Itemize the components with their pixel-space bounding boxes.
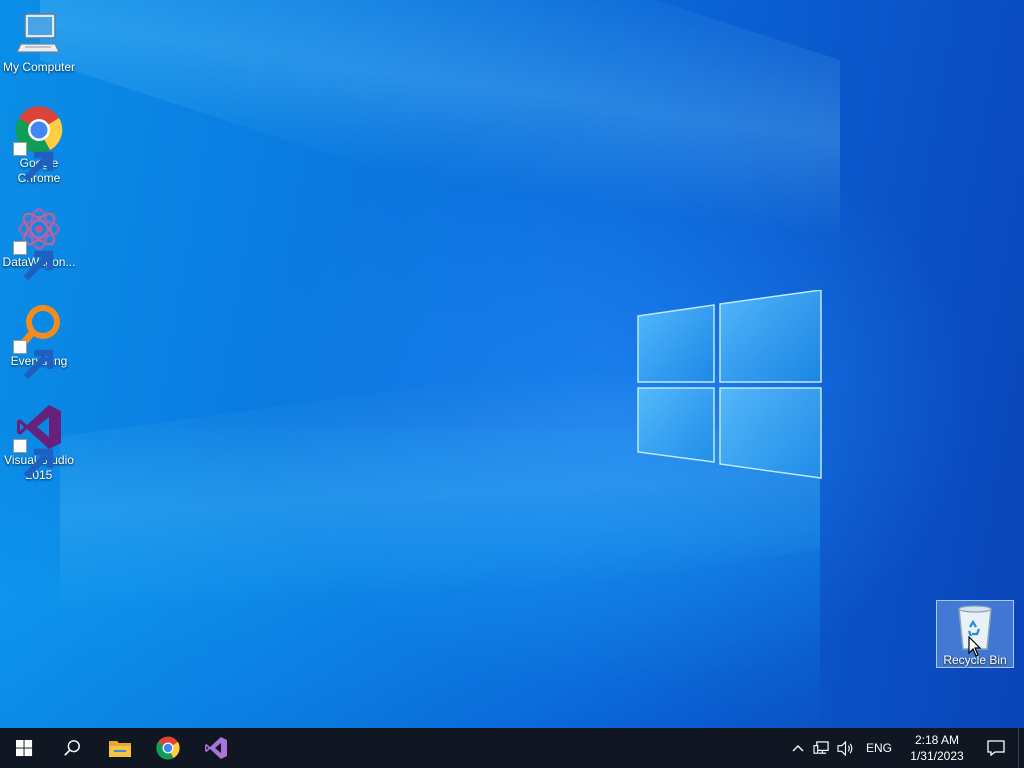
search-icon bbox=[64, 740, 80, 756]
volume-button[interactable] bbox=[834, 728, 858, 768]
search-button[interactable] bbox=[48, 728, 96, 768]
shortcut-arrow-icon bbox=[13, 439, 54, 479]
windows-logo-wallpaper bbox=[636, 290, 822, 480]
desktop-icon-everything[interactable]: Everything bbox=[0, 304, 78, 380]
action-center-button[interactable] bbox=[974, 728, 1018, 768]
wallpaper-light-beam bbox=[40, 0, 840, 321]
shortcut-arrow-icon bbox=[13, 241, 54, 281]
desktop-icon-google-chrome[interactable]: Google Chrome bbox=[0, 106, 78, 186]
chrome-icon bbox=[156, 736, 180, 760]
mouse-cursor-icon bbox=[968, 635, 982, 658]
folder-icon bbox=[109, 741, 131, 757]
taskbar-clock[interactable]: 2:18 AM 1/31/2023 bbox=[900, 732, 974, 764]
desktop-icon-label: My Computer bbox=[2, 60, 76, 74]
network-button[interactable] bbox=[810, 728, 834, 768]
action-center-icon bbox=[987, 740, 1005, 756]
taskbar-visual-studio[interactable] bbox=[192, 728, 240, 768]
show-hidden-icons-button[interactable] bbox=[786, 728, 810, 768]
clock-date: 1/31/2023 bbox=[910, 749, 964, 763]
input-language-indicator[interactable]: ENG bbox=[858, 741, 900, 755]
clock-time: 2:18 AM bbox=[914, 733, 960, 747]
visual-studio-icon bbox=[205, 737, 227, 759]
desktop: My Computer Google Chrome DataWagon... E… bbox=[0, 0, 1024, 728]
shortcut-arrow-icon bbox=[13, 340, 54, 380]
taskbar-google-chrome[interactable] bbox=[144, 728, 192, 768]
taskbar-file-explorer[interactable] bbox=[96, 728, 144, 768]
desktop-icon-datawagon[interactable]: DataWagon... bbox=[0, 205, 78, 281]
start-button[interactable] bbox=[0, 728, 48, 768]
everything-search-icon bbox=[13, 304, 63, 380]
datawagon-icon bbox=[13, 205, 63, 281]
windows-start-icon bbox=[15, 739, 32, 756]
speaker-icon bbox=[837, 740, 853, 756]
show-desktop-button[interactable] bbox=[1018, 728, 1024, 768]
computer-icon bbox=[15, 10, 63, 58]
system-tray: ENG 2:18 AM 1/31/2023 bbox=[786, 728, 1024, 768]
desktop-icon-visual-studio[interactable]: Visual Studio 2015 bbox=[0, 403, 78, 483]
visual-studio-icon bbox=[13, 403, 63, 479]
chrome-icon bbox=[13, 106, 63, 182]
network-icon bbox=[813, 740, 830, 754]
chevron-up-icon bbox=[792, 745, 804, 752]
desktop-icon-my-computer[interactable]: My Computer bbox=[0, 10, 78, 75]
shortcut-arrow-icon bbox=[13, 142, 54, 182]
taskbar: ENG 2:18 AM 1/31/2023 bbox=[0, 728, 1024, 768]
